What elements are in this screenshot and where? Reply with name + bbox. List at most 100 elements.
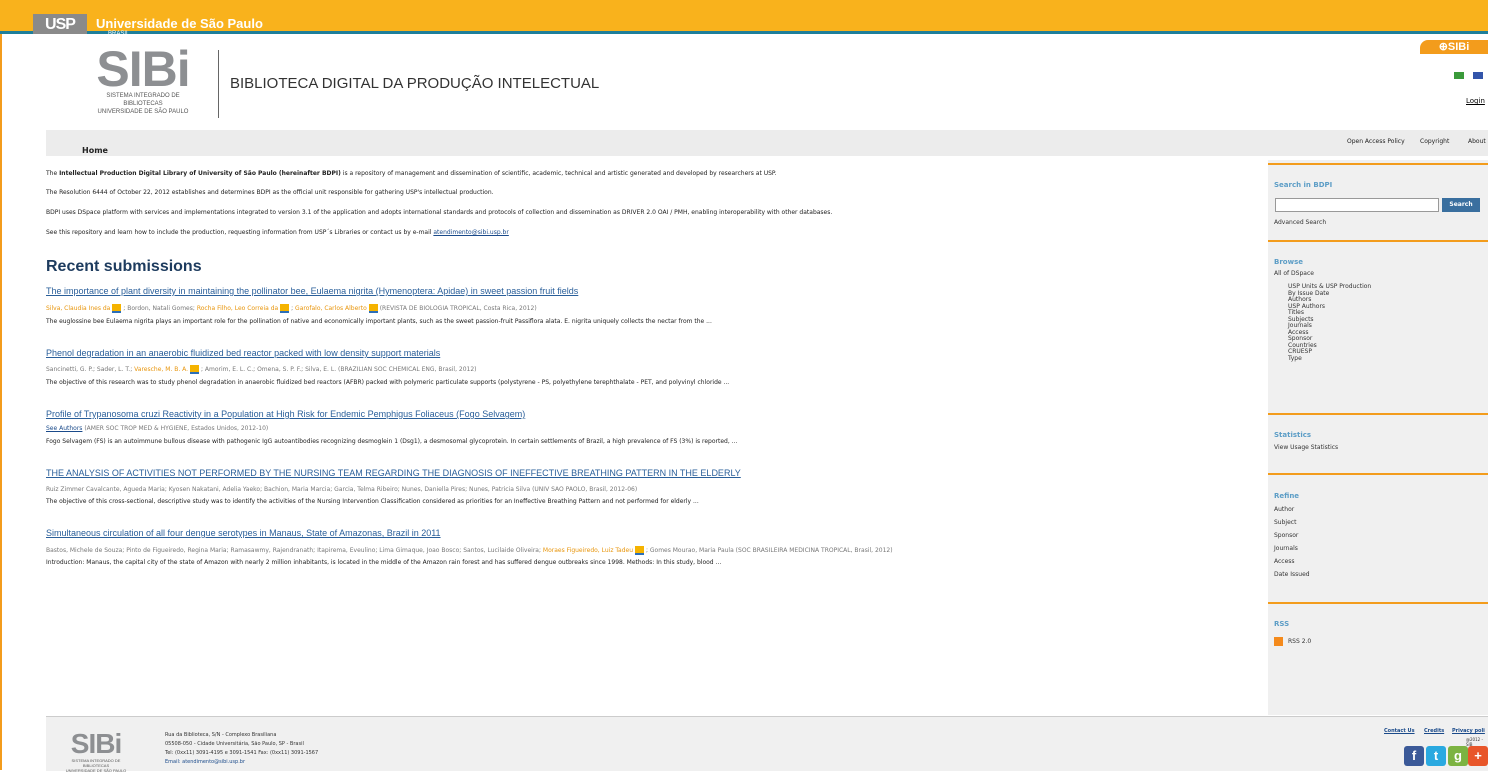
item-source: (AMER SOC TROP MED & HYGIENE, Estados Un… bbox=[82, 425, 269, 432]
contact-us-link[interactable]: Contact Us bbox=[1384, 728, 1415, 734]
footer-address-3: Tel: (0xx11) 3091-4195 e 3091-1541 Fax: … bbox=[165, 750, 319, 756]
recent-submissions-heading: Recent submissions bbox=[46, 258, 202, 275]
author-link[interactable]: Varesche, M. B. A. bbox=[134, 366, 188, 373]
search-heading: Search in BDPI bbox=[1274, 181, 1333, 189]
page-title: BIBLIOTECA DIGITAL DA PRODUÇÃO INTELECTU… bbox=[230, 75, 600, 92]
browse-list: USP Units & USP Production By Issue Date… bbox=[1288, 283, 1371, 363]
sibi-logo[interactable]: SIBi SISTEMA INTEGRADO DE BIBLIOTECAS UN… bbox=[88, 41, 198, 116]
item-authors-4: Ruiz Zimmer Cavalcante, Agueda Maria; Ky… bbox=[46, 486, 638, 493]
usp-badge-icon bbox=[635, 546, 645, 555]
usp-badge-icon bbox=[190, 365, 200, 374]
item-authors-3: See Authors (AMER SOC TROP MED & HYGIENE… bbox=[46, 425, 268, 432]
footer-sibi-logo[interactable]: SIBi SISTEMA INTEGRADO DE BIBLIOTECAS UN… bbox=[58, 730, 134, 773]
statistics-heading: Statistics bbox=[1274, 431, 1312, 439]
facebook-icon[interactable]: f bbox=[1404, 746, 1424, 766]
search-input[interactable] bbox=[1275, 198, 1439, 212]
footer-address-2: 05508-050 - Cidade Universitária, São Pa… bbox=[165, 741, 304, 747]
usp-badge-icon bbox=[368, 304, 378, 313]
intro-p1-bold: Intellectual Production Digital Library … bbox=[59, 170, 341, 177]
footer-email[interactable]: Email: atendimento@sibi.usp.br bbox=[165, 759, 245, 765]
left-accent-line bbox=[0, 34, 2, 770]
item-abstract-1: The euglossine bee Eulaema nigrita plays… bbox=[46, 318, 712, 325]
sidebar-divider bbox=[1268, 240, 1488, 243]
google-plus-icon[interactable]: g bbox=[1448, 746, 1468, 766]
author-link[interactable]: Moraes Figueiredo, Luiz Tadeu bbox=[543, 547, 633, 554]
refine-item[interactable]: Sponsor bbox=[1274, 532, 1298, 539]
view-usage-statistics-link[interactable]: View Usage Statistics bbox=[1274, 444, 1338, 451]
sibi-tab[interactable]: ⊕SIBi bbox=[1420, 40, 1488, 54]
usp-badge-icon bbox=[280, 304, 290, 313]
refine-heading: Refine bbox=[1274, 492, 1300, 500]
intro-p1-pre: The bbox=[46, 170, 60, 177]
footer-address-1: Rua da Biblioteca, S/N - Complexo Brasil… bbox=[165, 732, 277, 738]
browse-all-dspace[interactable]: All of DSpace bbox=[1274, 270, 1314, 277]
contact-email-link[interactable]: atendimento@sibi.usp.br bbox=[433, 229, 508, 236]
sidebar-divider bbox=[1268, 602, 1488, 605]
item-abstract-4: The objective of this cross-sectional, d… bbox=[46, 498, 699, 505]
rss-heading: RSS bbox=[1274, 620, 1290, 628]
footer-sibi-text: SIBi bbox=[70, 728, 122, 759]
author-link[interactable]: Rocha Filho, Leo Correia da bbox=[197, 305, 278, 312]
author-link[interactable]: Garofalo, Carlos Alberto bbox=[295, 305, 367, 312]
author-text: Sancinetti, G. P.; Sader, L. T.; bbox=[46, 366, 135, 373]
item-authors-2: Sancinetti, G. P.; Sader, L. T.; Varesch… bbox=[46, 365, 477, 374]
rss-icon[interactable] bbox=[1274, 637, 1283, 646]
usp-title[interactable]: Universidade de São Paulo bbox=[96, 16, 263, 31]
sidebar-divider bbox=[1268, 413, 1488, 416]
author-text: Bastos, Michele de Souza; Pinto de Figue… bbox=[46, 547, 543, 554]
browse-heading: Browse bbox=[1274, 258, 1303, 266]
credits-link[interactable]: Credits bbox=[1424, 728, 1444, 734]
nav-copyright[interactable]: Copyright bbox=[1420, 138, 1449, 145]
item-title-2[interactable]: Phenol degradation in an anaerobic fluid… bbox=[46, 348, 440, 358]
item-abstract-2: The objective of this research was to st… bbox=[46, 379, 730, 386]
intro-paragraph-3: BDPI uses DSpace platform with services … bbox=[46, 209, 833, 216]
item-authors-5: Bastos, Michele de Souza; Pinto de Figue… bbox=[46, 546, 893, 555]
item-abstract-3: Fogo Selvagem (FS) is an autoimmune bull… bbox=[46, 438, 738, 445]
item-title-4[interactable]: THE ANALYSIS OF ACTIVITIES NOT PERFORMED… bbox=[46, 468, 741, 478]
sidebar-divider bbox=[1268, 163, 1488, 166]
intro-paragraph-4: See this repository and learn how to inc… bbox=[46, 229, 509, 236]
item-source: (REVISTA DE BIOLOGIA TROPICAL, Costa Ric… bbox=[377, 305, 537, 312]
privacy-policy-link[interactable]: Privacy poli bbox=[1452, 728, 1485, 734]
refine-item[interactable]: Access bbox=[1274, 558, 1295, 565]
refine-item[interactable]: Subject bbox=[1274, 519, 1296, 526]
item-title-1[interactable]: The importance of plant diversity in mai… bbox=[46, 286, 578, 296]
item-title-5[interactable]: Simultaneous circulation of all four den… bbox=[46, 528, 441, 538]
navbar bbox=[46, 130, 1488, 156]
footer-sibi-line2: UNIVERSIDADE DE SÃO PAULO bbox=[65, 768, 127, 773]
intro-p4-text: See this repository and learn how to inc… bbox=[46, 229, 434, 236]
sibi-logo-text: SIBi bbox=[96, 41, 190, 97]
share-icon[interactable]: + bbox=[1468, 746, 1488, 766]
intro-paragraph-1: The Intellectual Production Digital Libr… bbox=[46, 170, 777, 177]
login-link[interactable]: Login bbox=[1466, 97, 1485, 105]
item-authors-1: Silva, Claudia Ines da ; Bordon, Natali … bbox=[46, 304, 537, 313]
browse-item[interactable]: Type bbox=[1288, 355, 1371, 363]
usp-logo[interactable]: USP bbox=[33, 14, 87, 36]
us-flag-icon[interactable] bbox=[1473, 72, 1483, 79]
author-text: ; Gomes Mourao, Maria Paula (SOC BRASILE… bbox=[644, 547, 893, 554]
nav-about[interactable]: About bbox=[1468, 138, 1486, 145]
sidebar-divider bbox=[1268, 473, 1488, 476]
rss-2-link[interactable]: RSS 2.0 bbox=[1288, 638, 1311, 645]
refine-item[interactable]: Journals bbox=[1274, 545, 1298, 552]
footer-sibi-line1: SISTEMA INTEGRADO DE BIBLIOTECAS bbox=[71, 758, 121, 768]
nav-home[interactable]: Home bbox=[82, 146, 108, 155]
sibi-logo-line2: UNIVERSIDADE DE SÃO PAULO bbox=[97, 109, 189, 115]
author-text: ; Amorim, E. L. C.; Omena, S. P. F.; Sil… bbox=[199, 366, 477, 373]
refine-item[interactable]: Author bbox=[1274, 506, 1294, 513]
intro-paragraph-2: The Resolution 6444 of October 22, 2012 … bbox=[46, 189, 494, 196]
site-header bbox=[2, 34, 1488, 130]
see-authors-link[interactable]: See Authors bbox=[46, 425, 82, 432]
header-divider bbox=[218, 50, 219, 118]
brazil-flag-icon[interactable] bbox=[1454, 72, 1464, 79]
search-button[interactable]: Search bbox=[1442, 198, 1480, 212]
item-title-3[interactable]: Profile of Trypanosoma cruzi Reactivity … bbox=[46, 409, 525, 419]
item-abstract-5: Introduction: Manaus, the capital city o… bbox=[46, 559, 722, 566]
author-text: ; Bordon, Natali Gomes; bbox=[121, 305, 197, 312]
advanced-search-link[interactable]: Advanced Search bbox=[1274, 219, 1326, 226]
nav-open-access-policy[interactable]: Open Access Policy bbox=[1347, 138, 1405, 145]
intro-p1-post: is a repository of management and dissem… bbox=[340, 170, 777, 177]
twitter-icon[interactable]: t bbox=[1426, 746, 1446, 766]
refine-item[interactable]: Date Issued bbox=[1274, 571, 1310, 578]
author-link[interactable]: Silva, Claudia Ines da bbox=[46, 305, 110, 312]
